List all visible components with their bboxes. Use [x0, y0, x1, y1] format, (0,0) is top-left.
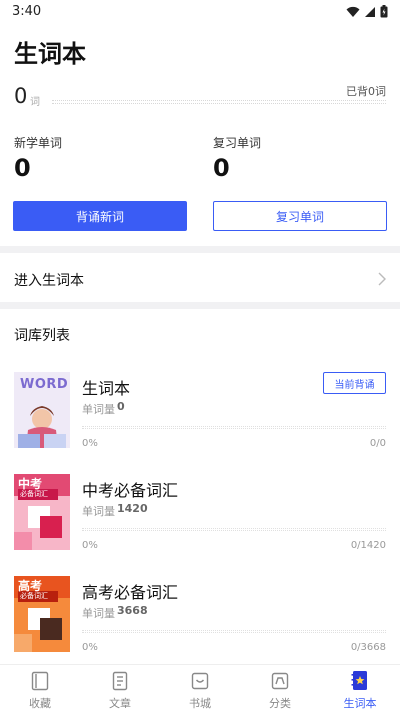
overall-progress-bar [52, 100, 386, 104]
book-cover-word: WORD [20, 377, 69, 392]
word-count: 0 [14, 84, 28, 108]
nav-item-bookstore[interactable]: 书城 [160, 665, 240, 712]
word-count-unit: 词 [30, 97, 40, 108]
battery-icon [380, 5, 388, 18]
library-title: 词库列表 [14, 328, 70, 344]
nav-label: 生词本 [343, 697, 377, 710]
status-bar: 3:40 [0, 0, 400, 24]
nav-item-vocab-book[interactable]: 生词本 [320, 665, 400, 712]
vocab-book-icon [350, 670, 370, 692]
nav-label: 分类 [269, 697, 291, 710]
book-count-value: 1420 [117, 502, 148, 515]
book-progress-ratio: 0/1420 [350, 540, 386, 551]
nav-item-favorites[interactable]: 收藏 [0, 665, 80, 712]
book-name: 中考必备词汇 [82, 481, 179, 500]
page-title: 生词本 [14, 40, 86, 68]
nav-label: 文章 [109, 697, 131, 710]
book-item-vocab[interactable]: WORD 生词本 当前背诵 单词量 0 0% 0/0 [0, 372, 400, 472]
book-name: 高考必备词汇 [82, 583, 179, 602]
review-button[interactable]: 复习单词 [213, 201, 387, 231]
book-cover-subtitle: 必备词汇 [20, 490, 48, 498]
status-time: 3:40 [12, 4, 42, 19]
book-cover-gaokao: 高考 必备词汇 [14, 576, 70, 652]
wifi-icon [346, 6, 360, 17]
book-progress-bar [82, 528, 386, 531]
chevron-right-icon [378, 272, 386, 286]
book-progress-bar [82, 426, 386, 429]
article-icon [110, 670, 130, 692]
nav-label: 书城 [189, 697, 211, 710]
current-reciting-button[interactable]: 当前背诵 [323, 372, 386, 394]
book-item-gaokao[interactable]: 高考 必备词汇 高考必备词汇 单词量 3668 0% 0/3668 [0, 576, 400, 676]
nav-item-category[interactable]: 分类 [240, 665, 320, 712]
nav-label: 收藏 [29, 697, 51, 710]
bookmark-icon [30, 670, 50, 692]
store-icon [190, 670, 210, 692]
book-count-value: 3668 [117, 604, 148, 617]
book-progress-percent: 0% [82, 642, 98, 653]
book-progress-percent: 0% [82, 540, 98, 551]
enter-vocab-book-row[interactable]: 进入生词本 [0, 256, 400, 302]
book-progress-percent: 0% [82, 438, 98, 449]
category-icon [270, 670, 290, 692]
signal-icon [365, 6, 375, 17]
book-count-label: 单词量 [82, 607, 115, 620]
new-words-label: 新学单词 [14, 136, 63, 150]
review-words-value: 0 [213, 154, 230, 182]
learned-count: 已背0词 [346, 85, 386, 98]
book-count-value: 0 [117, 400, 125, 413]
section-divider [0, 246, 400, 253]
book-count-label: 单词量 [82, 505, 115, 518]
section-divider [0, 302, 400, 309]
book-cover-vocab: WORD [14, 372, 70, 448]
book-progress-bar [82, 630, 386, 633]
enter-vocab-book-label: 进入生词本 [14, 273, 84, 289]
book-item-zhongkao[interactable]: 中考 必备词汇 中考必备词汇 单词量 1420 0% 0/1420 [0, 474, 400, 574]
new-words-value: 0 [14, 154, 31, 182]
book-progress-ratio: 0/0 [369, 438, 386, 449]
book-cover-subtitle: 必备词汇 [20, 592, 48, 600]
nav-item-articles[interactable]: 文章 [80, 665, 160, 712]
book-name: 生词本 [82, 379, 131, 398]
status-icons [346, 5, 388, 18]
book-count-label: 单词量 [82, 403, 115, 416]
bottom-nav: 收藏 文章 书城 分类 生词本 [0, 664, 400, 712]
book-cover-zhongkao: 中考 必备词汇 [14, 474, 70, 550]
recite-new-button[interactable]: 背诵新词 [13, 201, 187, 231]
review-words-label: 复习单词 [213, 136, 262, 150]
book-progress-ratio: 0/3668 [350, 642, 386, 653]
